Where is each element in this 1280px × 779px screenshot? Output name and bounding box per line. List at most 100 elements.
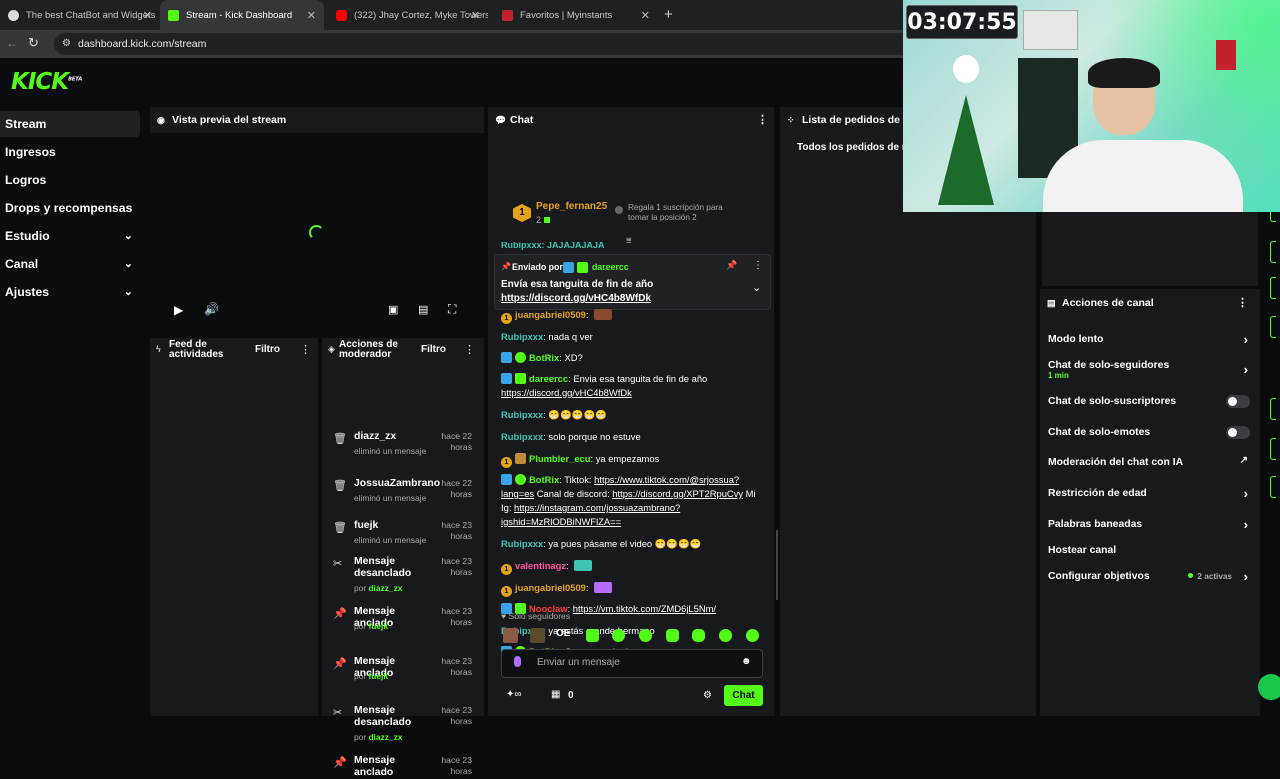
more-options-icon[interactable]: ⋮ (464, 343, 475, 356)
miniplayer-icon[interactable]: ▣ (388, 303, 398, 316)
chat-username[interactable]: BotRix (529, 352, 559, 363)
close-icon[interactable]: ✕ (143, 9, 152, 22)
emote[interactable] (692, 629, 705, 642)
sidebar-item-drops[interactable]: Drops y recompensas (0, 195, 140, 221)
chat-input[interactable]: Enviar un mensaje ☻ (501, 649, 763, 678)
channel-action-item[interactable]: Chat de solo-suscriptores (1048, 395, 1254, 408)
chat-username[interactable]: dareercc (529, 373, 568, 384)
browser-tab[interactable]: (322) Jhay Cortez, Myke Towers ✕ (328, 0, 488, 30)
sidebar-item-ingresos[interactable]: Ingresos (0, 139, 140, 165)
close-icon[interactable]: ✕ (641, 9, 650, 22)
emote[interactable] (719, 629, 732, 642)
sidebar-item-canal[interactable]: Canal ⌄ (0, 251, 140, 277)
chat-scrollbar[interactable] (776, 530, 778, 600)
chat-username[interactable]: juangabriel0509 (515, 582, 586, 593)
requests-tab[interactable]: Todos los pedidos de r (797, 142, 906, 153)
mod-action-time: hace 23 horas (441, 520, 472, 541)
emoji-icon[interactable]: ☻ (741, 656, 752, 667)
channel-action-item[interactable]: Moderación del chat con IA ↗ (1048, 455, 1254, 468)
verified-badge-icon (515, 352, 526, 363)
pin-icon[interactable]: 📌 (726, 260, 737, 271)
browser-tab[interactable]: Favoritos | Myinstants ✕ (494, 0, 658, 30)
emote[interactable] (612, 629, 625, 642)
pinned-user[interactable]: dareercc (592, 262, 629, 272)
site-info-icon[interactable]: ⚙ (62, 33, 71, 55)
kick-logo[interactable]: KICKBETA (11, 69, 82, 95)
play-icon[interactable]: ▶ (174, 303, 183, 317)
edge-control[interactable] (1270, 277, 1276, 299)
feed-filter-button[interactable]: Filtro (255, 344, 280, 355)
edge-control[interactable] (1270, 316, 1276, 338)
mod-action-title: Mensaje desanclado (354, 705, 412, 728)
more-options-icon[interactable]: ⋮ (757, 107, 768, 133)
emote[interactable] (586, 629, 599, 642)
gear-icon[interactable]: ⚙ (703, 690, 712, 701)
back-icon[interactable]: ← (6, 36, 18, 50)
chat-username[interactable]: Rubipxxx (501, 538, 543, 549)
fullscreen-icon[interactable]: ⛶ (448, 302, 456, 317)
edge-control[interactable] (1270, 398, 1276, 420)
toggle-switch[interactable] (1226, 395, 1250, 408)
channel-action-item[interactable]: Modo lento › (1048, 332, 1254, 347)
gift-sub-promo[interactable]: Regala 1 suscripción para tomar la posic… (628, 203, 738, 223)
mod-filter-button[interactable]: Filtro (421, 344, 446, 355)
emote[interactable] (666, 629, 679, 642)
edge-control[interactable] (1270, 476, 1276, 498)
trash-icon: 🗑 (333, 433, 347, 445)
video-player[interactable]: ▶ 🔊 ▣ ▤ ⛶ (150, 133, 484, 333)
theater-mode-icon[interactable]: ▤ (418, 303, 428, 316)
edge-control[interactable] (1270, 241, 1276, 263)
chat-link[interactable]: https://instagram.com/jossuazambrano?igs… (501, 502, 680, 527)
chat-link[interactable]: https://discord.gg/vHC4b8WfDk (501, 386, 765, 400)
channel-action-item[interactable]: Chat de solo-seguidores 1 min › (1048, 360, 1254, 380)
chat-username[interactable]: Rubipxxx (501, 331, 543, 342)
top-gifter-name[interactable]: Pepe_fernan25 (536, 201, 607, 212)
chat-username[interactable]: valentinagz (515, 560, 566, 571)
browser-tab[interactable]: The best ChatBot and Widgets ✕ (0, 0, 160, 30)
chat-username[interactable]: BotRix (529, 474, 559, 485)
chat-link[interactable]: https://discord.gg/XPT2RpuCvy (612, 488, 743, 499)
channel-action-item[interactable]: Chat de solo-emotes (1048, 426, 1254, 439)
chat-username[interactable]: Rubipxxx (501, 409, 543, 420)
close-icon[interactable]: ✕ (307, 9, 316, 22)
more-options-icon[interactable]: ⋮ (753, 260, 763, 271)
pinned-message[interactable]: 📌 Enviado por dareercc 📌 ⋮ Envía esa tan… (494, 254, 771, 310)
close-icon[interactable]: ✕ (471, 9, 480, 22)
sidebar-item-stream[interactable]: Stream (0, 111, 140, 137)
emote[interactable] (639, 629, 652, 642)
volume-icon[interactable]: 🔊 (204, 302, 219, 316)
channel-action-item[interactable]: Palabras baneadas › (1048, 517, 1254, 532)
channel-action-item[interactable]: Hostear canal (1048, 545, 1254, 556)
browser-tab-active[interactable]: Stream - Kick Dashboard ✕ (160, 0, 324, 30)
chat-separator: : (559, 352, 562, 363)
chat-username[interactable]: juangabriel0509 (515, 309, 586, 320)
chat-username[interactable]: Rubipxxx (501, 431, 543, 442)
chevron-down-icon[interactable]: ⌄ (752, 281, 761, 294)
floating-chat-icon[interactable] (1258, 674, 1280, 700)
reload-icon[interactable]: ↻ (28, 35, 39, 51)
more-options-icon[interactable]: ⋮ (300, 343, 311, 356)
send-chat-button[interactable]: Chat (724, 685, 763, 706)
sidebar-item-logros[interactable]: Logros (0, 167, 140, 193)
chat-separator: : (543, 331, 546, 342)
channel-action-item[interactable]: Restricción de edad › (1048, 486, 1254, 501)
loyalty-icon[interactable]: ✦∞ (506, 689, 522, 700)
emote[interactable] (530, 628, 545, 643)
more-options-icon[interactable]: ⋮ (1237, 289, 1248, 317)
sidebar-item-estudio[interactable]: Estudio ⌄ (0, 223, 140, 249)
mic-icon[interactable] (514, 656, 521, 667)
new-tab-icon[interactable]: + (664, 6, 673, 23)
scroll-filter-icon[interactable]: ⩸ (626, 235, 631, 246)
emote[interactable]: OE (556, 628, 570, 639)
toggle-switch[interactable] (1226, 426, 1250, 439)
channel-action-item[interactable]: Configurar objetivos 2 activas › (1048, 569, 1254, 584)
chat-username[interactable]: Plumbler_ecu (529, 453, 590, 464)
info-icon (615, 206, 623, 214)
chat-link[interactable]: https://vm.tiktok.com/ZMD6jL5Nm/ (573, 603, 716, 614)
edge-control[interactable] (1270, 438, 1276, 460)
sidebar-item-ajustes[interactable]: Ajustes ⌄ (0, 279, 140, 305)
emote[interactable] (503, 628, 518, 643)
store-icon[interactable]: ▦ (551, 689, 560, 700)
emote[interactable] (746, 629, 759, 642)
pinned-link[interactable]: https://discord.gg/vHC4b8WfDk (501, 293, 651, 304)
